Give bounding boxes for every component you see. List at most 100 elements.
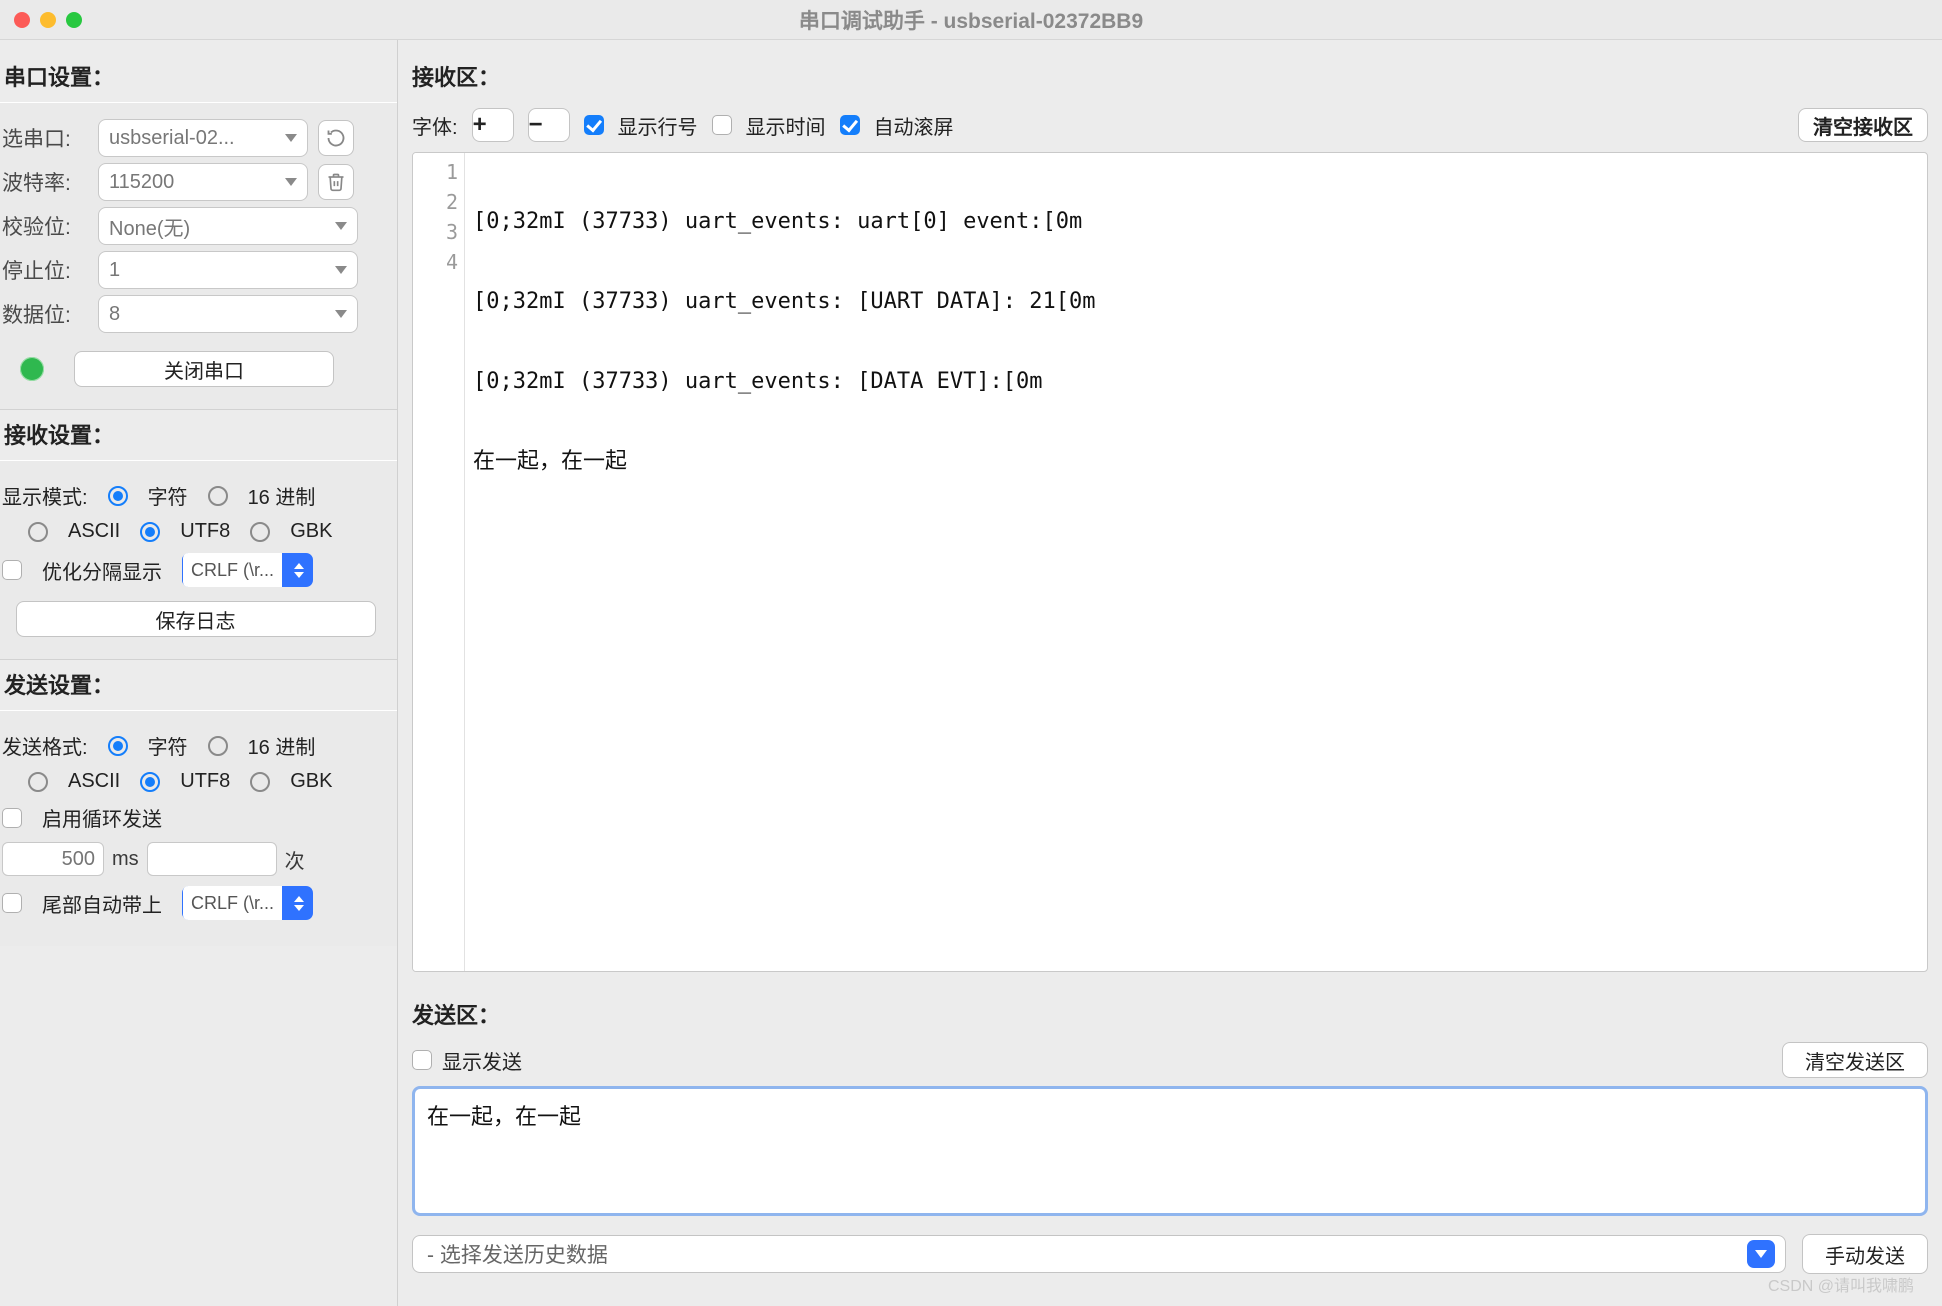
tx-loop-interval-input[interactable] bbox=[2, 842, 104, 876]
tx-enc-gbk-radio[interactable] bbox=[250, 772, 270, 792]
rx-enc-utf8-radio[interactable] bbox=[140, 522, 160, 542]
trash-icon bbox=[326, 172, 346, 192]
databits-select[interactable]: 8 bbox=[98, 295, 358, 333]
parity-label: 校验位: bbox=[2, 211, 88, 241]
databits-value: 8 bbox=[109, 303, 120, 326]
port-select[interactable]: usbserial-02... bbox=[98, 119, 308, 157]
rx-mode-hex-label: 16 进制 bbox=[248, 481, 316, 510]
line-no: 1 bbox=[413, 157, 458, 187]
line-no: 2 bbox=[413, 187, 458, 217]
rx-mode-char-radio[interactable] bbox=[108, 486, 128, 506]
baud-value: 115200 bbox=[109, 171, 174, 194]
clear-tx-button[interactable]: 清空发送区 bbox=[1782, 1042, 1928, 1078]
rx-gutter: 1 2 3 4 bbox=[413, 153, 465, 971]
port-value: usbserial-02... bbox=[109, 127, 235, 150]
tx-enc-ascii-label: ASCII bbox=[68, 770, 120, 793]
minimize-window-icon[interactable] bbox=[40, 12, 56, 28]
stop-value: 1 bbox=[109, 259, 120, 282]
parity-value: None(无) bbox=[109, 212, 190, 241]
select-caret-icon bbox=[294, 563, 304, 578]
rx-settings-group: 显示模式: 字符 16 进制 ASCII UTF8 GBK 优化分隔显示 CRL… bbox=[0, 460, 397, 660]
rx-enc-ascii-label: ASCII bbox=[68, 520, 120, 543]
port-settings-title: 串口设置： bbox=[4, 60, 397, 92]
tx-toolbar: 显示发送 清空发送区 bbox=[412, 1042, 1928, 1078]
tx-mode-char-radio[interactable] bbox=[108, 736, 128, 756]
rx-toolbar: 字体: + − 显示行号 显示时间 自动滚屏 清空接收区 bbox=[412, 108, 1928, 142]
show-tx-check[interactable] bbox=[412, 1050, 432, 1070]
tx-loop-count-input[interactable] bbox=[147, 842, 277, 876]
close-window-icon[interactable] bbox=[14, 12, 30, 28]
baud-label: 波特率: bbox=[2, 167, 88, 197]
rx-log: [0;32mI (37733) uart_events: uart[0] eve… bbox=[465, 153, 1927, 971]
font-label: 字体: bbox=[412, 111, 458, 140]
titlebar: 串口调试助手 - usbserial-02372BB9 bbox=[0, 0, 1942, 40]
rx-optimize-sep-label: 优化分隔显示 bbox=[42, 556, 162, 585]
tx-enc-ascii-radio[interactable] bbox=[28, 772, 48, 792]
port-settings-group: 选串口: usbserial-02... 波特率: 115200 校验位: bbox=[0, 102, 397, 410]
port-status-icon bbox=[20, 357, 44, 381]
show-line-no-check[interactable] bbox=[584, 115, 604, 135]
send-button[interactable]: 手动发送 bbox=[1802, 1234, 1928, 1274]
tx-tail-value: CRLF (\r... bbox=[183, 886, 282, 920]
watermark: CSDN @请叫我啸鹏 bbox=[1768, 1272, 1914, 1296]
window-controls bbox=[14, 12, 82, 28]
show-tx-label: 显示发送 bbox=[442, 1046, 522, 1075]
tx-tail-label: 尾部自动带上 bbox=[42, 889, 162, 918]
chevron-down-icon bbox=[1747, 1240, 1775, 1268]
log-line: [0;32mI (37733) uart_events: [UART DATA]… bbox=[473, 287, 1919, 317]
refresh-port-button[interactable] bbox=[318, 120, 354, 156]
databits-label: 数据位: bbox=[2, 299, 88, 329]
tx-tail-select[interactable]: CRLF (\r... bbox=[182, 886, 313, 920]
select-caret-icon bbox=[294, 896, 304, 911]
tx-mode-hex-radio[interactable] bbox=[208, 736, 228, 756]
show-time-check[interactable] bbox=[712, 115, 732, 135]
rx-enc-ascii-radio[interactable] bbox=[28, 522, 48, 542]
port-label: 选串口: bbox=[2, 123, 88, 153]
rx-area-title: 接收区： bbox=[412, 60, 1928, 92]
zoom-window-icon[interactable] bbox=[66, 12, 82, 28]
line-no: 3 bbox=[413, 217, 458, 247]
rx-enc-gbk-radio[interactable] bbox=[250, 522, 270, 542]
tx-loop-check[interactable] bbox=[2, 808, 22, 828]
auto-scroll-check[interactable] bbox=[840, 115, 860, 135]
tx-loop-count-unit: 次 bbox=[285, 845, 305, 874]
tx-enc-utf8-radio[interactable] bbox=[140, 772, 160, 792]
rx-mode-char-label: 字符 bbox=[148, 481, 188, 510]
baud-select[interactable]: 115200 bbox=[98, 163, 308, 201]
rx-log-area[interactable]: 1 2 3 4 [0;32mI (37733) uart_events: uar… bbox=[412, 152, 1928, 972]
save-log-button[interactable]: 保存日志 bbox=[16, 601, 376, 637]
tx-enc-gbk-label: GBK bbox=[290, 770, 332, 793]
sidebar: 串口设置： 选串口: usbserial-02... 波特率: 115200 bbox=[0, 40, 398, 1306]
tx-format-label: 发送格式: bbox=[2, 731, 88, 760]
tx-input[interactable] bbox=[412, 1086, 1928, 1216]
content-area: 接收区： 字体: + − 显示行号 显示时间 自动滚屏 清空接收区 1 2 3 … bbox=[398, 40, 1942, 1306]
rx-sep-select[interactable]: CRLF (\r... bbox=[182, 553, 313, 587]
tx-bottom-bar: - 选择发送历史数据 手动发送 bbox=[412, 1234, 1928, 1274]
rx-optimize-sep-check[interactable] bbox=[2, 560, 22, 580]
tx-settings-title: 发送设置： bbox=[4, 668, 397, 700]
font-decrease-button[interactable]: − bbox=[528, 108, 570, 142]
stop-select[interactable]: 1 bbox=[98, 251, 358, 289]
rx-mode-hex-radio[interactable] bbox=[208, 486, 228, 506]
font-increase-button[interactable]: + bbox=[472, 108, 514, 142]
stop-label: 停止位: bbox=[2, 255, 88, 285]
tx-enc-utf8-label: UTF8 bbox=[180, 770, 230, 793]
clear-baud-button[interactable] bbox=[318, 164, 354, 200]
line-no: 4 bbox=[413, 247, 458, 277]
tx-settings-group: 发送格式: 字符 16 进制 ASCII UTF8 GBK 启用循环发送 m bbox=[0, 710, 397, 946]
tx-history-placeholder: - 选择发送历史数据 bbox=[427, 1239, 608, 1269]
tx-loop-unit: ms bbox=[112, 848, 139, 871]
rx-enc-utf8-label: UTF8 bbox=[180, 520, 230, 543]
refresh-icon bbox=[326, 128, 346, 148]
rx-settings-title: 接收设置： bbox=[4, 418, 397, 450]
tx-mode-char-label: 字符 bbox=[148, 731, 188, 760]
rx-mode-label: 显示模式: bbox=[2, 481, 88, 510]
tx-area-title: 发送区： bbox=[412, 998, 1928, 1030]
toggle-port-button[interactable]: 关闭串口 bbox=[74, 351, 334, 387]
parity-select[interactable]: None(无) bbox=[98, 207, 358, 245]
rx-enc-gbk-label: GBK bbox=[290, 520, 332, 543]
tx-history-select[interactable]: - 选择发送历史数据 bbox=[412, 1235, 1786, 1273]
tx-tail-check[interactable] bbox=[2, 893, 22, 913]
clear-rx-button[interactable]: 清空接收区 bbox=[1798, 108, 1928, 142]
log-line: [0;32mI (37733) uart_events: [DATA EVT]:… bbox=[473, 367, 1919, 397]
